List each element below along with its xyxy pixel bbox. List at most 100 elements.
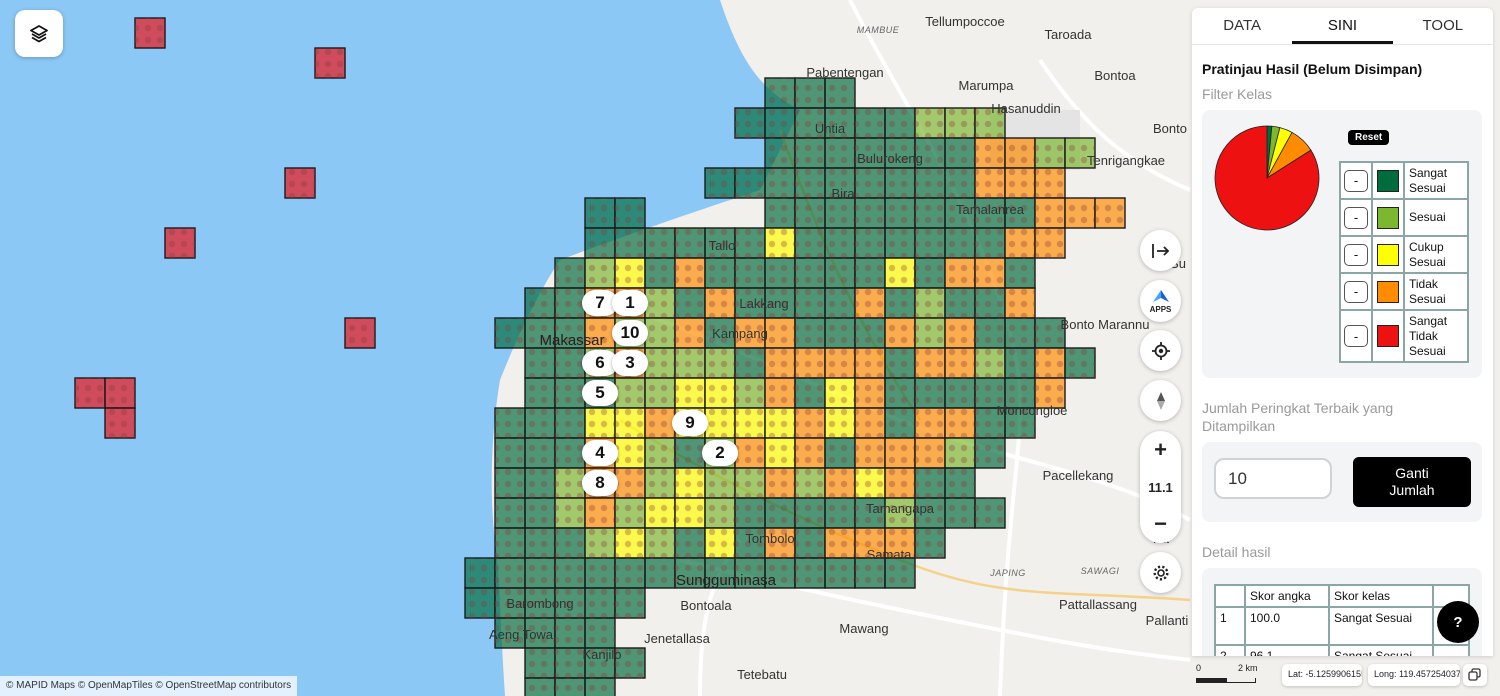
grid-cell-points [915, 378, 945, 408]
compass-icon [1156, 391, 1165, 410]
grid-cell-points [915, 318, 945, 348]
grid-cell-points [75, 378, 105, 408]
compass-button[interactable] [1140, 380, 1181, 421]
grid-cell-points [615, 528, 645, 558]
rank-marker[interactable]: 9 [672, 410, 708, 436]
grid-cell-points [795, 318, 825, 348]
legend-toggle-cell: - [1339, 161, 1373, 200]
grid-cell-points [945, 438, 975, 468]
grid-cell-points [765, 498, 795, 528]
legend-row: - Tidak Sesuai [1339, 272, 1469, 311]
detail-row[interactable]: 1 100.0 Sangat Sesuai [1214, 606, 1470, 646]
legend-row: - Sesuai [1339, 198, 1469, 237]
grid-cell-points [555, 438, 585, 468]
grid-cell-points [765, 438, 795, 468]
grid-cell-points [765, 228, 795, 258]
apps-label: APPS [1149, 304, 1172, 314]
grid-cell-points [825, 438, 855, 468]
map-attribution: © MAPID Maps © OpenMapTiles © OpenStreet… [0, 676, 298, 696]
scale-bar-graphic [1196, 678, 1256, 683]
rank-marker[interactable]: 2 [702, 440, 738, 466]
grid-cell-points [855, 318, 885, 348]
grid-cell-points [675, 498, 705, 528]
jumlah-input[interactable] [1214, 458, 1332, 499]
grid-cell-points [975, 168, 1005, 198]
grid-cell-points [825, 288, 855, 318]
grid-cell-points [705, 288, 735, 318]
grid-cell-points [585, 258, 615, 288]
place-label: Aeng Towa [489, 627, 554, 642]
class-legend-table: - Sangat Sesuai - Sesuai - Cukup Sesuai - Tidak Se… [1339, 161, 1469, 363]
grid-cell-points [915, 228, 945, 258]
grid-cell-points [945, 378, 975, 408]
rank-marker[interactable]: 3 [612, 350, 648, 376]
grid-cell-points [525, 438, 555, 468]
grid-cell-points [555, 528, 585, 558]
place-label: Bulurokeng [857, 151, 923, 166]
legend-swatch-cell [1371, 198, 1405, 237]
layers-button[interactable] [15, 10, 63, 57]
tab-data[interactable]: DATA [1192, 8, 1292, 44]
tab-sini[interactable]: SINI [1292, 8, 1393, 44]
detail-cell: 96.1 [1244, 644, 1330, 656]
toggle-class-button[interactable]: - [1344, 243, 1368, 266]
grid-cell-points [645, 258, 675, 288]
grid-cell-points [795, 168, 825, 198]
toggle-class-button[interactable]: - [1344, 169, 1368, 192]
grid-cell-points [855, 168, 885, 198]
toggle-class-button[interactable]: - [1344, 206, 1368, 229]
grid-cell-points [495, 318, 525, 348]
settings-button[interactable] [1140, 552, 1181, 593]
grid-cell-points [525, 648, 555, 678]
collapse-panel-button[interactable] [1140, 230, 1181, 271]
place-label: Bonto [1153, 121, 1187, 136]
grid-cell-points [945, 288, 975, 318]
toggle-class-button[interactable]: - [1344, 325, 1368, 347]
rank-marker[interactable]: 4 [582, 440, 618, 466]
class-swatch [1377, 325, 1399, 347]
grid-cell-points [555, 348, 585, 378]
rank-marker[interactable]: 8 [582, 470, 618, 496]
zoom-out-button[interactable]: − [1154, 511, 1167, 537]
place-label: Taroada [1045, 27, 1093, 42]
place-label: Bontoa [1094, 68, 1136, 83]
place-label: Barombong [506, 596, 573, 611]
ganti-jumlah-button[interactable]: Ganti Jumlah [1353, 457, 1471, 507]
place-label: Untia [815, 121, 846, 136]
rank-marker[interactable]: 1 [612, 290, 648, 316]
rank-marker[interactable]: 5 [582, 380, 618, 406]
grid-cell-points [795, 468, 825, 498]
legend-swatch-cell [1371, 235, 1405, 274]
locate-button[interactable] [1140, 330, 1181, 371]
zoom-in-button[interactable]: + [1154, 437, 1167, 463]
grid-cell-points [765, 318, 795, 348]
place-label: Jenetallasa [644, 631, 711, 646]
place-label: Tamalanrea [956, 202, 1025, 217]
toggle-class-button[interactable]: - [1344, 280, 1368, 303]
grid-cell-points [855, 348, 885, 378]
grid-cell-points [975, 438, 1005, 468]
help-button[interactable]: ? [1437, 601, 1479, 643]
reset-filter-button[interactable]: Reset [1348, 130, 1390, 145]
tab-tool[interactable]: TOOL [1393, 8, 1493, 44]
grid-cell-points [585, 228, 615, 258]
grid-cell-points [615, 468, 645, 498]
grid-cell-points [885, 108, 915, 138]
grid-cell-points [765, 348, 795, 378]
preview-title: Pratinjau Hasil (Belum Disimpan) [1202, 61, 1423, 77]
rank-marker[interactable]: 10 [612, 320, 648, 346]
grid-cell-points [735, 468, 765, 498]
grid-cell-points [705, 528, 735, 558]
grid-cell-points [675, 288, 705, 318]
grid-cell-points [825, 198, 855, 228]
copy-coords-button[interactable] [1463, 664, 1487, 686]
grid-cell-points [675, 528, 705, 558]
legend-row: - Cukup Sesuai [1339, 235, 1469, 274]
grid-cell-points [585, 558, 615, 588]
apps-button[interactable]: APPS [1140, 280, 1181, 322]
detail-row[interactable]: 2 96.1 Sangat Sesuai [1214, 644, 1470, 656]
detail-cell: 100.0 [1244, 606, 1330, 646]
grid-cell-points [615, 588, 645, 618]
grid-cell-points [555, 618, 585, 648]
copy-icon [1468, 668, 1481, 681]
